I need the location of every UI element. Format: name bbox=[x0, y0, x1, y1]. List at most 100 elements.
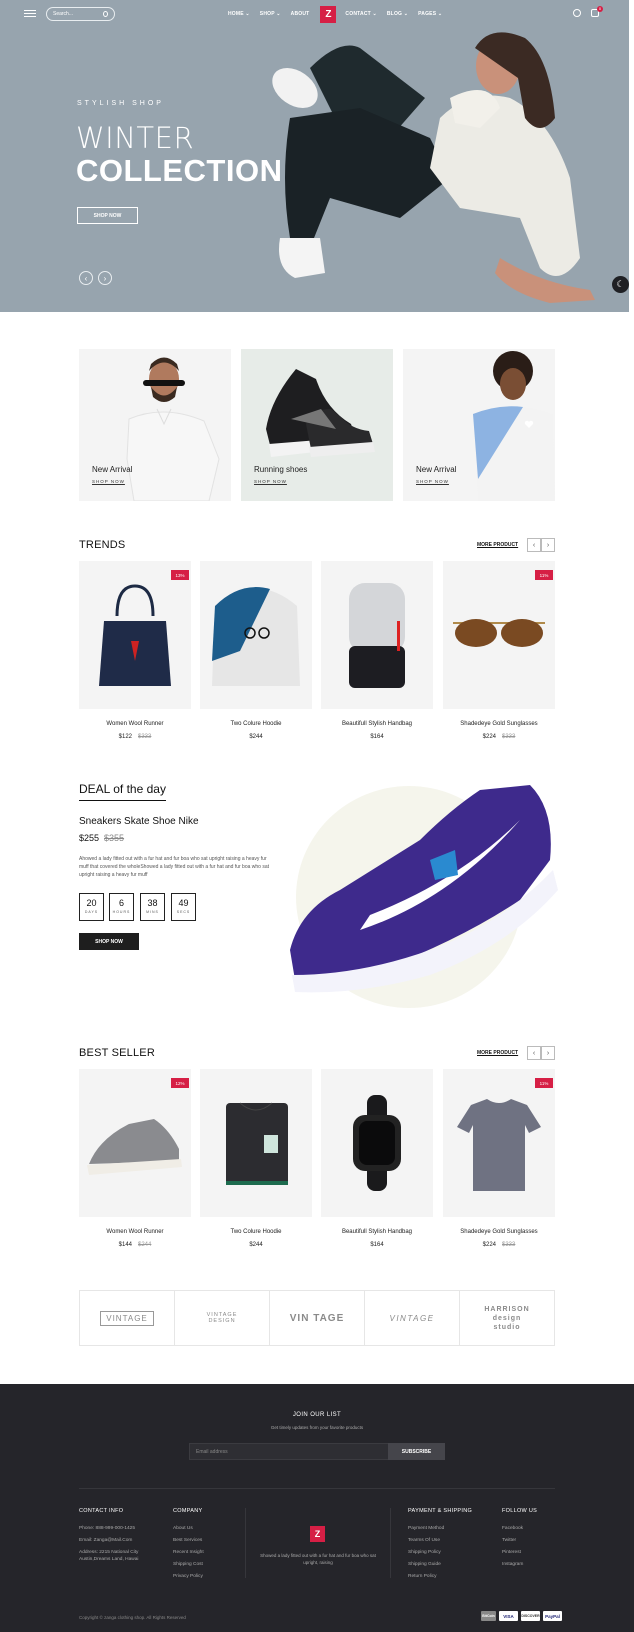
deal-product-name[interactable]: Sneakers Skate Shoe Nike bbox=[79, 816, 199, 827]
nav-contact[interactable]: CONTACT ⌄ bbox=[345, 11, 376, 17]
brand-logo[interactable]: VIN TAGE bbox=[270, 1291, 365, 1345]
nav-pages[interactable]: PAGES ⌄ bbox=[418, 11, 442, 17]
footer-link[interactable]: Best Services bbox=[173, 1535, 204, 1547]
hero-title-line2: COLLECTION bbox=[76, 153, 283, 188]
product-name[interactable]: Two Colure Hoodie bbox=[200, 721, 312, 727]
product-card[interactable]: Beautifull Stylish Handbag $164 bbox=[321, 561, 433, 740]
product-name[interactable]: Shadedeye Gold Sunglasses bbox=[443, 721, 555, 727]
follow-us-heading: FOLLOW US bbox=[502, 1508, 538, 1514]
product-card[interactable]: 12% Women Wool Runner $144 $244 bbox=[79, 1069, 191, 1248]
category-shop-now-link[interactable]: SHOP NOW bbox=[416, 479, 449, 484]
countdown-mins: 38 MINS bbox=[140, 893, 165, 921]
brand-logo[interactable]: VINTAGE DESIGN bbox=[175, 1291, 270, 1345]
nav-blog[interactable]: BLOG ⌄ bbox=[387, 11, 408, 17]
footer-logo[interactable]: Z bbox=[310, 1526, 325, 1542]
hero-prev-arrow-icon[interactable]: ‹ bbox=[79, 271, 93, 285]
product-image: 13% bbox=[79, 561, 191, 709]
product-card[interactable]: Two Colure Hoodie $244 bbox=[200, 1069, 312, 1248]
search-input[interactable] bbox=[53, 11, 103, 17]
company-heading: COMPANY bbox=[173, 1508, 203, 1514]
hero-banner: STYLISH SHOP WINTER COLLECTION SHOP NOW … bbox=[0, 28, 629, 312]
bestseller-more-product-link[interactable]: MORE PRODUCT bbox=[477, 1050, 518, 1056]
footer-link[interactable]: About Us bbox=[173, 1523, 204, 1535]
footer-link[interactable]: Facebook bbox=[502, 1523, 523, 1535]
newsletter-title: JOIN OUR LIST bbox=[292, 1412, 342, 1418]
hero-subtitle: STYLISH SHOP bbox=[77, 100, 164, 107]
discover-icon: DISCOVER bbox=[521, 1611, 540, 1621]
footer-link[interactable]: Return Policy bbox=[408, 1571, 444, 1583]
payment-shipping-heading: PAYMENT & SHIPPING bbox=[408, 1508, 473, 1514]
brand-logo[interactable]: VINTAGE bbox=[365, 1291, 460, 1345]
product-card[interactable]: 11% Shadedeye Gold Sunglasses $224 $333 bbox=[443, 1069, 555, 1248]
visa-icon: VISA bbox=[499, 1611, 518, 1621]
bestseller-next-icon[interactable]: › bbox=[541, 1046, 555, 1060]
folded-tshirt-image bbox=[226, 1102, 288, 1185]
product-card[interactable]: 11% Shadedeye Gold Sunglasses $224 $333 bbox=[443, 561, 555, 740]
product-name[interactable]: Women Wool Runner bbox=[79, 721, 191, 727]
footer-link[interactable]: Pinterest bbox=[502, 1547, 523, 1559]
cart-icon[interactable]: 0 bbox=[591, 6, 603, 17]
search-box[interactable] bbox=[46, 7, 115, 21]
trends-prev-icon[interactable]: ‹ bbox=[527, 538, 541, 552]
brand-logo[interactable]: VINTAGE bbox=[80, 1291, 175, 1345]
footer-link[interactable]: Shipping Policy bbox=[408, 1547, 444, 1559]
product-image bbox=[200, 1069, 312, 1217]
brand-logo[interactable]: HARRISON design studio bbox=[460, 1291, 554, 1345]
search-icon[interactable] bbox=[103, 11, 108, 17]
trends-more-product-link[interactable]: MORE PRODUCT bbox=[477, 542, 518, 548]
social-links: Facebook Twitter Pinterest Instagram bbox=[502, 1523, 523, 1571]
product-image bbox=[321, 561, 433, 709]
footer-link[interactable]: Instagram bbox=[502, 1559, 523, 1571]
product-card[interactable]: 13% Women Wool Runner $122 $333 bbox=[79, 561, 191, 740]
contact-info-heading: CONTACT INFO bbox=[79, 1508, 124, 1514]
nav-home[interactable]: HOME ⌄ bbox=[228, 11, 250, 17]
top-header: HOME ⌄ SHOP ⌄ ABOUT Z CONTACT ⌄ BLOG ⌄ P… bbox=[0, 0, 629, 28]
nav-about[interactable]: ABOUT bbox=[291, 11, 310, 17]
product-card[interactable]: Two Colure Hoodie $244 bbox=[200, 561, 312, 740]
product-price: $224 $333 bbox=[482, 734, 516, 740]
deal-shop-now-button[interactable]: SHOP NOW bbox=[79, 933, 139, 950]
product-name[interactable]: Beautifull Stylish Handbag bbox=[321, 721, 433, 727]
product-price: $244 bbox=[249, 734, 263, 740]
footer-link[interactable]: Shipping Cost bbox=[173, 1559, 204, 1571]
category-tile-new-arrival-sweater[interactable]: New Arrival SHOP NOW bbox=[403, 349, 555, 501]
nav-shop[interactable]: SHOP ⌄ bbox=[260, 11, 281, 17]
footer-link[interactable]: Shipping Guide bbox=[408, 1559, 444, 1571]
category-tile-running-shoes[interactable]: Running shoes SHOP NOW bbox=[241, 349, 393, 501]
product-name[interactable]: Shadedeye Gold Sunglasses bbox=[443, 1229, 555, 1235]
footer-link[interactable]: Tearms Of Use bbox=[408, 1535, 444, 1547]
dark-mode-toggle-icon[interactable]: ☾ bbox=[612, 276, 629, 293]
bitcoin-icon: BitCoin bbox=[481, 1611, 496, 1621]
backpack-image bbox=[349, 583, 405, 688]
product-price: $122 $333 bbox=[118, 734, 152, 740]
handbag-image bbox=[99, 584, 171, 686]
user-icon[interactable] bbox=[573, 9, 581, 17]
product-card[interactable]: Beautifull Stylish Handbag $164 bbox=[321, 1069, 433, 1248]
category-shop-now-link[interactable]: SHOP NOW bbox=[92, 479, 125, 484]
deal-title: DEAL of the day bbox=[79, 782, 166, 801]
footer-separator bbox=[390, 1508, 391, 1578]
product-name[interactable]: Women Wool Runner bbox=[79, 1229, 191, 1235]
subscribe-button[interactable]: SUBSCRIBE bbox=[388, 1443, 445, 1460]
footer-link[interactable]: Privacy Policy bbox=[173, 1571, 204, 1583]
newsletter-email-field[interactable]: Email address bbox=[189, 1443, 389, 1460]
trends-next-icon[interactable]: › bbox=[541, 538, 555, 552]
footer-link[interactable]: Recent Insight bbox=[173, 1547, 204, 1559]
product-price: $224 $333 bbox=[482, 1242, 516, 1248]
product-name[interactable]: Beautifull Stylish Handbag bbox=[321, 1229, 433, 1235]
footer-link[interactable]: Twitter bbox=[502, 1535, 523, 1547]
menu-icon[interactable] bbox=[24, 10, 36, 18]
payment-links: Payment Method Tearms Of Use Shipping Po… bbox=[408, 1523, 444, 1583]
hero-next-arrow-icon[interactable]: › bbox=[98, 271, 112, 285]
countdown-hours: 6 HOURS bbox=[109, 893, 134, 921]
category-tile-new-arrival-men[interactable]: New Arrival SHOP NOW bbox=[79, 349, 231, 501]
site-logo[interactable]: Z bbox=[320, 5, 337, 23]
bestseller-prev-icon[interactable]: ‹ bbox=[527, 1046, 541, 1060]
footer-link[interactable]: Payment Method bbox=[408, 1523, 444, 1535]
category-name: New Arrival bbox=[416, 465, 457, 474]
hero-shop-now-button[interactable]: SHOP NOW bbox=[77, 207, 138, 224]
category-shop-now-link[interactable]: SHOP NOW bbox=[254, 479, 287, 484]
deal-description: Ahowed a lady fitted out with a fur hat … bbox=[79, 856, 270, 878]
product-name[interactable]: Two Colure Hoodie bbox=[200, 1229, 312, 1235]
nike-sneaker-image bbox=[290, 785, 558, 993]
